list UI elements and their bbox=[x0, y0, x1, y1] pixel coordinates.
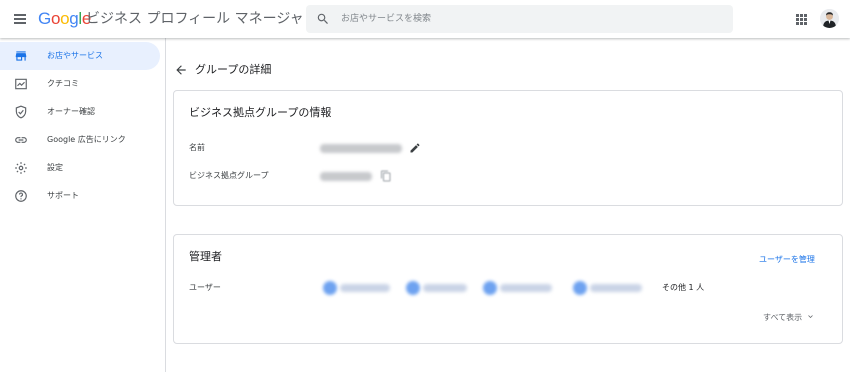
chevron-down-icon bbox=[807, 315, 813, 318]
copy-icon[interactable] bbox=[380, 170, 392, 182]
sidebar-item-label: オーナー確認 bbox=[47, 107, 95, 116]
hamburger-menu-icon[interactable] bbox=[12, 11, 28, 27]
user-avatar bbox=[483, 281, 497, 295]
sidebar: お店やサービス クチコミ オーナー確認 Google 広告にリンク 設定 サポー… bbox=[0, 38, 166, 372]
logo-letter: o bbox=[60, 9, 70, 28]
page-title: グループの詳細 bbox=[195, 63, 272, 76]
sidebar-item-verification[interactable]: オーナー確認 bbox=[0, 98, 160, 126]
account-avatar[interactable] bbox=[820, 9, 839, 28]
admins-card: 管理者 ユーザーを管理 ユーザー その他 1 人 すべて表示 bbox=[173, 234, 843, 344]
sidebar-item-label: お店やサービス bbox=[47, 51, 103, 60]
users-label: ユーザー bbox=[189, 283, 221, 292]
sidebar-item-settings[interactable]: 設定 bbox=[0, 154, 160, 182]
group-label: ビジネス拠点グループ bbox=[189, 171, 269, 180]
user-chip-redacted[interactable] bbox=[483, 281, 555, 295]
link-icon bbox=[15, 137, 27, 143]
logo-letter: G bbox=[38, 9, 51, 28]
user-avatar bbox=[406, 281, 420, 295]
sidebar-item-label: サポート bbox=[47, 191, 79, 200]
search-icon bbox=[317, 13, 328, 24]
search-bar[interactable]: お店やサービスを検索 bbox=[306, 5, 733, 33]
gear-icon bbox=[15, 162, 27, 174]
sidebar-item-label: Google 広告にリンク bbox=[47, 135, 126, 144]
search-input[interactable]: お店やサービスを検索 bbox=[341, 12, 431, 26]
group-id-value-redacted bbox=[320, 172, 372, 181]
user-avatar bbox=[323, 281, 337, 295]
group-name-value-redacted bbox=[320, 144, 402, 153]
avatar-photo bbox=[820, 9, 839, 28]
sidebar-item-label: 設定 bbox=[47, 163, 63, 172]
name-label: 名前 bbox=[189, 143, 205, 152]
apps-grid-icon[interactable] bbox=[796, 14, 807, 25]
logo-letter: o bbox=[50, 9, 61, 28]
show-all-button[interactable]: すべて表示 bbox=[763, 312, 815, 324]
help-icon bbox=[15, 190, 27, 202]
card-title: ビジネス拠点グループの情報 bbox=[189, 106, 332, 119]
user-name-redacted bbox=[590, 284, 642, 292]
sidebar-item-businesses[interactable]: お店やサービス bbox=[0, 42, 160, 70]
group-info-card: ビジネス拠点グループの情報 名前 ビジネス拠点グループ bbox=[173, 90, 843, 206]
user-chip-redacted[interactable] bbox=[573, 281, 645, 295]
sidebar-item-support[interactable]: サポート bbox=[0, 182, 160, 210]
reviews-icon bbox=[15, 78, 27, 90]
storefront-icon bbox=[15, 51, 27, 61]
back-arrow-icon[interactable] bbox=[174, 63, 188, 77]
card-title: 管理者 bbox=[189, 250, 222, 263]
user-chip-redacted[interactable] bbox=[406, 281, 470, 295]
product-name: ビジネス プロフィール マネージャ bbox=[86, 11, 304, 27]
google-logo: Google bbox=[38, 9, 91, 29]
sidebar-item-ads-link[interactable]: Google 広告にリンク bbox=[0, 126, 160, 154]
user-name-redacted bbox=[500, 284, 552, 292]
sidebar-item-reviews[interactable]: クチコミ bbox=[0, 70, 160, 98]
edit-pencil-icon[interactable] bbox=[409, 142, 421, 154]
user-avatar bbox=[573, 281, 587, 295]
sidebar-item-label: クチコミ bbox=[47, 79, 79, 88]
top-app-bar: Google ビジネス プロフィール マネージャ お店やサービスを検索 bbox=[0, 0, 850, 38]
manage-users-link[interactable]: ユーザーを管理 bbox=[759, 254, 815, 266]
user-chip-redacted[interactable] bbox=[323, 281, 395, 295]
user-name-redacted bbox=[423, 284, 467, 292]
user-name-redacted bbox=[340, 284, 390, 292]
verified-shield-icon bbox=[15, 105, 27, 119]
show-all-label: すべて表示 bbox=[763, 313, 803, 322]
more-users-count: その他 1 人 bbox=[662, 283, 705, 292]
